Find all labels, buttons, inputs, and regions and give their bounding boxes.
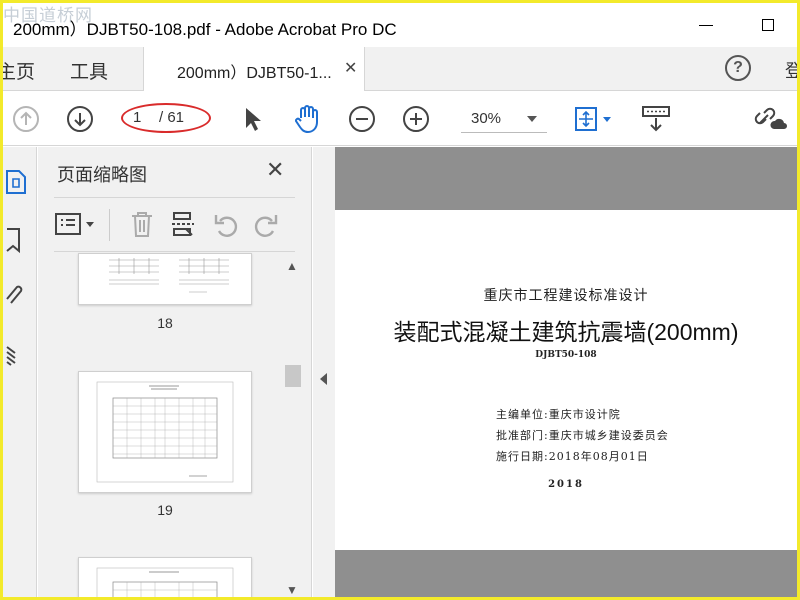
bookmarks-tab[interactable] bbox=[5, 225, 29, 254]
scroll-up-icon[interactable]: ▲ bbox=[286, 259, 298, 273]
rotate-right-icon[interactable] bbox=[252, 211, 280, 239]
app-window: 中国道桥网 200mm）DJBT50-108.pdf - Adobe Acrob… bbox=[0, 0, 800, 600]
left-rail bbox=[3, 147, 37, 597]
document-tab-label: 200mm）DJBT50-1... bbox=[177, 65, 332, 82]
close-tab-icon[interactable]: ✕ bbox=[344, 58, 357, 78]
fit-page-icon bbox=[575, 107, 611, 131]
thumbnail-toolbar bbox=[54, 205, 295, 245]
scroll-mode-button[interactable] bbox=[639, 104, 673, 134]
tab-tools[interactable]: 工具 bbox=[70, 57, 108, 84]
rotate-left-icon[interactable] bbox=[212, 211, 240, 239]
panel-title: 页面缩略图 bbox=[57, 165, 147, 185]
thumbnail-preview bbox=[109, 258, 229, 293]
login-link[interactable]: 登 bbox=[785, 57, 797, 83]
options-menu-icon[interactable] bbox=[54, 211, 100, 239]
help-icon[interactable]: ? bbox=[725, 55, 751, 81]
thumbnail-label: 19 bbox=[157, 502, 173, 518]
document-approver: 批准部门:重庆市城乡建设委员会 bbox=[496, 429, 669, 442]
document-date: 施行日期:2018年08月01日 bbox=[496, 450, 649, 463]
plus-circle-icon bbox=[403, 106, 429, 132]
hand-tool-button[interactable] bbox=[291, 104, 323, 134]
thumbnail-label: 18 bbox=[157, 315, 173, 331]
link-cloud-icon bbox=[754, 107, 787, 129]
close-panel-icon[interactable]: ✕ bbox=[266, 157, 284, 183]
previous-page-button[interactable] bbox=[11, 104, 41, 134]
document-page: 重庆市工程建设标准设计 装配式混凝土建筑抗震墙(200mm) DJBT50-10… bbox=[335, 210, 797, 550]
divider bbox=[54, 197, 295, 198]
divider bbox=[54, 251, 295, 252]
attachments-tab[interactable] bbox=[5, 279, 29, 307]
zoom-in-button[interactable] bbox=[401, 104, 431, 134]
layers-tab[interactable] bbox=[5, 339, 29, 367]
document-year: 2018 bbox=[548, 479, 584, 490]
cursor-arrow-icon bbox=[246, 108, 261, 131]
zoom-out-button[interactable] bbox=[347, 104, 377, 134]
scrollbar-thumb[interactable] bbox=[285, 365, 301, 387]
zoom-value: 30% bbox=[471, 110, 502, 127]
select-tool-button[interactable] bbox=[239, 104, 267, 134]
document-view[interactable]: 重庆市工程建设标准设计 装配式混凝土建筑抗震墙(200mm) DJBT50-10… bbox=[335, 147, 797, 597]
document-editor: 主编单位:重庆市设计院 bbox=[496, 408, 621, 421]
scroll-down-icon[interactable]: ▼ bbox=[286, 583, 298, 597]
minimize-icon bbox=[699, 24, 713, 26]
tab-home[interactable]: 主页 bbox=[3, 57, 35, 84]
document-title: 装配式混凝土建筑抗震墙(200mm) bbox=[393, 319, 739, 345]
thumbnails-scrollbar[interactable]: ▲ ▼ bbox=[283, 257, 301, 597]
arrow-up-circle-icon bbox=[13, 106, 39, 132]
minus-circle-icon bbox=[349, 106, 375, 132]
page-thumbnail[interactable] bbox=[78, 253, 252, 305]
page-thumbnails-icon bbox=[6, 170, 26, 194]
page-thumbnail[interactable] bbox=[78, 371, 252, 493]
tab-document[interactable]: 200mm）DJBT50-1... ✕ bbox=[143, 47, 365, 91]
share-link-button[interactable] bbox=[753, 104, 789, 134]
document-code: DJBT50-108 bbox=[535, 350, 597, 360]
trash-icon[interactable] bbox=[128, 209, 156, 239]
title-bar: 中国道桥网 200mm）DJBT50-108.pdf - Adobe Acrob… bbox=[3, 3, 797, 47]
page-thumbnails-tab[interactable] bbox=[5, 167, 29, 195]
panel-splitter[interactable] bbox=[313, 147, 335, 597]
layers-icon bbox=[6, 346, 16, 366]
keyboard-scroll-icon bbox=[642, 106, 670, 132]
toolbar-divider bbox=[109, 209, 110, 241]
tab-bar: 主页 工具 200mm）DJBT50-1... ✕ ? 登 bbox=[3, 47, 797, 91]
maximize-icon bbox=[762, 19, 774, 31]
fit-page-button[interactable] bbox=[571, 104, 617, 134]
collapse-panel-icon[interactable] bbox=[320, 373, 327, 385]
chevron-down-icon bbox=[527, 116, 537, 122]
paperclip-icon bbox=[6, 285, 23, 304]
page-number-field[interactable]: 1 / 61 bbox=[121, 103, 211, 133]
window-title: 200mm）DJBT50-108.pdf - Adobe Acrobat Pro… bbox=[13, 20, 397, 39]
thumbnails-panel: 页面缩略图 ✕ 18 19 ▲ ▼ bbox=[38, 147, 312, 597]
insert-page-icon[interactable] bbox=[170, 209, 198, 239]
hand-icon bbox=[295, 105, 318, 134]
minimize-button[interactable] bbox=[683, 9, 729, 41]
current-page-input[interactable]: 1 bbox=[133, 109, 141, 126]
page-thumbnail[interactable] bbox=[78, 557, 252, 597]
zoom-select[interactable]: 30% bbox=[461, 105, 547, 133]
toolbar: 1 / 61 30% bbox=[3, 92, 797, 146]
total-pages: / 61 bbox=[159, 109, 185, 126]
arrow-down-circle-icon bbox=[67, 106, 93, 132]
thumbnail-preview bbox=[96, 381, 234, 483]
bookmark-icon bbox=[6, 228, 20, 254]
maximize-button[interactable] bbox=[745, 9, 791, 41]
next-page-button[interactable] bbox=[65, 104, 95, 134]
document-org: 重庆市工程建设标准设计 bbox=[483, 288, 649, 304]
thumbnail-preview bbox=[96, 567, 234, 597]
